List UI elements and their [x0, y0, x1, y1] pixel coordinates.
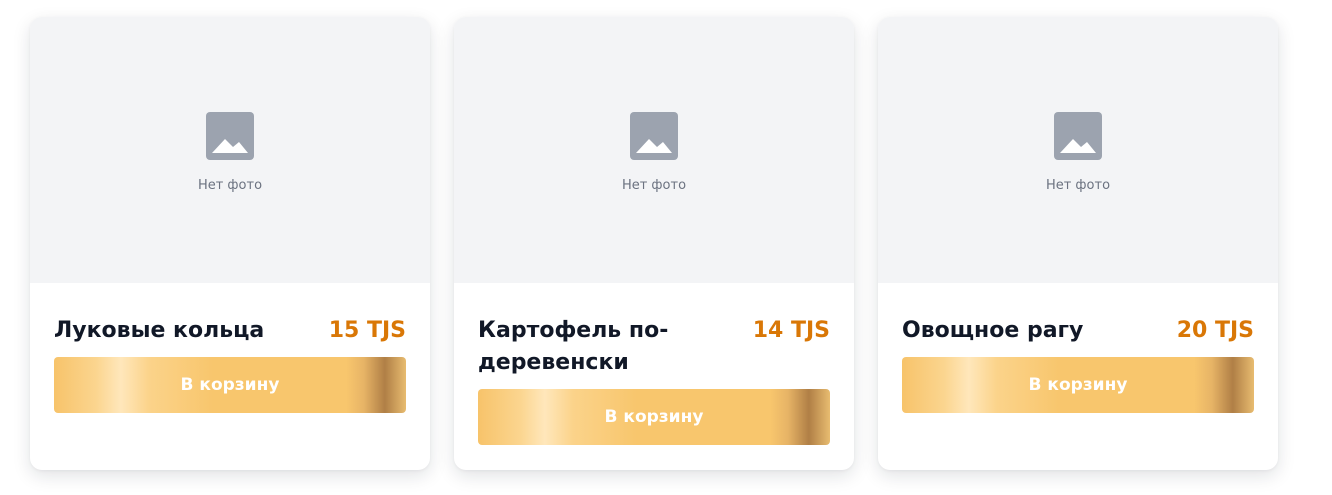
product-price: 20 TJS: [1176, 318, 1254, 343]
product-photo-placeholder: Нет фото: [878, 17, 1278, 283]
product-info: Картофель по-деревенски 14 TJS В корзину: [454, 283, 854, 445]
product-name: Луковые кольца: [54, 318, 265, 343]
image-placeholder-icon: [630, 112, 678, 160]
add-to-cart-button[interactable]: В корзину: [902, 357, 1254, 413]
product-grid: Нет фото Луковые кольца 15 TJS В корзину…: [30, 17, 1278, 470]
add-to-cart-button[interactable]: В корзину: [478, 389, 830, 445]
product-header: Овощное рагу 20 TJS: [902, 315, 1254, 347]
product-name: Овощное рагу: [902, 318, 1084, 343]
product-photo-placeholder: Нет фото: [454, 17, 854, 283]
product-header: Луковые кольца 15 TJS: [54, 315, 406, 347]
no-photo-label: Нет фото: [621, 178, 687, 193]
product-photo-placeholder: Нет фото: [30, 17, 430, 283]
product-name: Картофель по-деревенски: [478, 318, 669, 375]
product-info: Овощное рагу 20 TJS В корзину: [878, 283, 1278, 413]
product-header: Картофель по-деревенски 14 TJS: [478, 315, 830, 379]
image-placeholder-icon: [206, 112, 254, 160]
product-card: Нет фото Картофель по-деревенски 14 TJS …: [454, 17, 854, 470]
product-info: Луковые кольца 15 TJS В корзину: [30, 283, 430, 413]
product-price: 15 TJS: [328, 318, 406, 343]
product-card: Нет фото Овощное рагу 20 TJS В корзину: [878, 17, 1278, 470]
product-price: 14 TJS: [752, 318, 830, 343]
no-photo-label: Нет фото: [197, 178, 263, 193]
image-placeholder-icon: [1054, 112, 1102, 160]
add-to-cart-button[interactable]: В корзину: [54, 357, 406, 413]
no-photo-label: Нет фото: [1045, 178, 1111, 193]
product-card: Нет фото Луковые кольца 15 TJS В корзину: [30, 17, 430, 470]
